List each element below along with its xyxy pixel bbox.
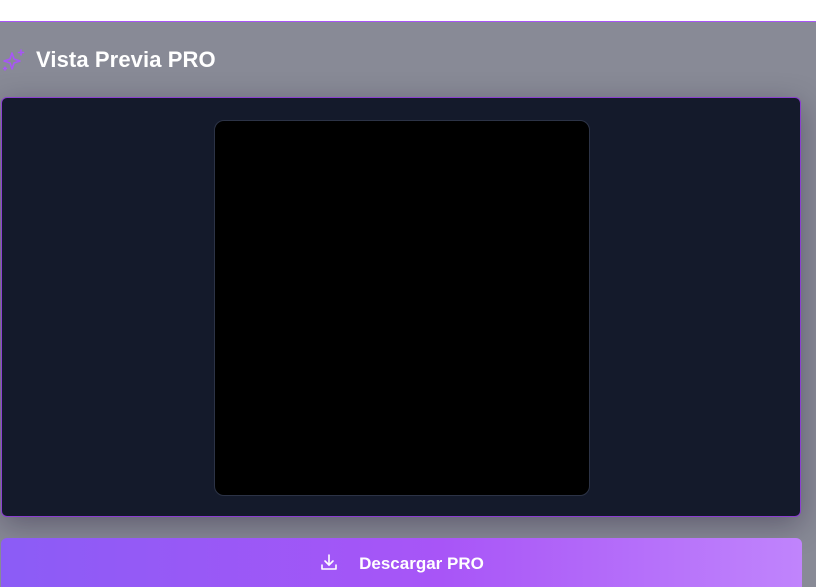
preview-header: Vista Previa PRO — [1, 44, 216, 76]
page: Vista Previa PRO Descargar PRO — [0, 0, 816, 587]
download-button-label: Descargar PRO — [359, 554, 484, 573]
preview-canvas — [214, 120, 590, 496]
download-pro-button[interactable]: Descargar PRO — [1, 538, 802, 587]
preview-panel — [1, 97, 801, 517]
page-title: Vista Previa PRO — [36, 47, 216, 72]
sparkle-icon — [2, 49, 25, 71]
download-icon — [321, 554, 337, 570]
top-bar — [0, 0, 816, 22]
